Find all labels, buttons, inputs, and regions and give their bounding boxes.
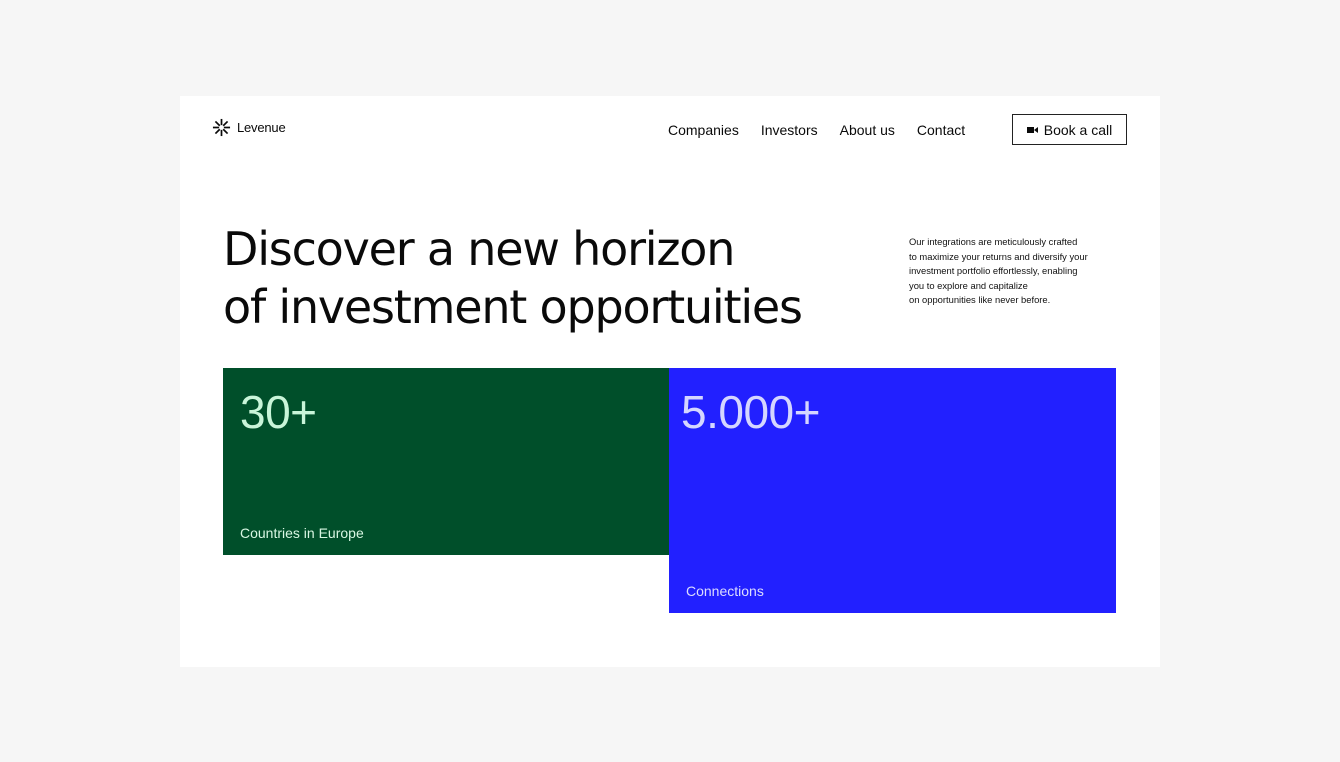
stat-card-connections: 5.000+ Connections xyxy=(669,368,1116,613)
stat-label-countries: Countries in Europe xyxy=(240,525,364,541)
intro-line: to maximize your returns and diversify y… xyxy=(909,250,1088,262)
hero-headline-line-1: Discover a new horizon xyxy=(223,222,735,276)
book-a-call-label: Book a call xyxy=(1043,121,1113,138)
intro-line: Our integrations are meticulously crafte… xyxy=(909,236,1078,247)
hero-intro-text: Our integrations are meticulously crafte… xyxy=(909,235,1114,308)
intro-line: investment portfolio effortlessly, enabl… xyxy=(909,265,1078,276)
intro-line: you to explore and capitalize xyxy=(909,279,1028,291)
stat-label-connections: Connections xyxy=(686,583,764,599)
intro-line: on opportunities like never before. xyxy=(909,294,1051,305)
levenue-logo-icon xyxy=(212,118,231,137)
brand-logo[interactable]: Levenue xyxy=(212,118,286,137)
hero-headline-line-2: of investment opportuities xyxy=(223,280,803,334)
video-camera-icon xyxy=(1026,126,1038,134)
stat-value-countries: 30+ xyxy=(240,386,317,438)
nav-item-contact[interactable]: Contact xyxy=(917,122,965,138)
book-a-call-button[interactable]: Book a call xyxy=(1012,114,1127,145)
nav-item-investors[interactable]: Investors xyxy=(761,122,818,138)
hero-headline: Discover a new horizon of investment opp… xyxy=(223,220,803,336)
main-nav: Companies Investors About us Contact xyxy=(668,122,965,138)
page-card: Levenue Companies Investors About us Con… xyxy=(180,96,1160,667)
nav-item-companies[interactable]: Companies xyxy=(668,122,739,138)
stat-card-countries: 30+ Countries in Europe xyxy=(223,368,669,555)
brand-name: Levenue xyxy=(237,120,286,135)
stat-value-connections: 5.000+ xyxy=(681,386,820,438)
nav-item-about-us[interactable]: About us xyxy=(840,122,895,138)
